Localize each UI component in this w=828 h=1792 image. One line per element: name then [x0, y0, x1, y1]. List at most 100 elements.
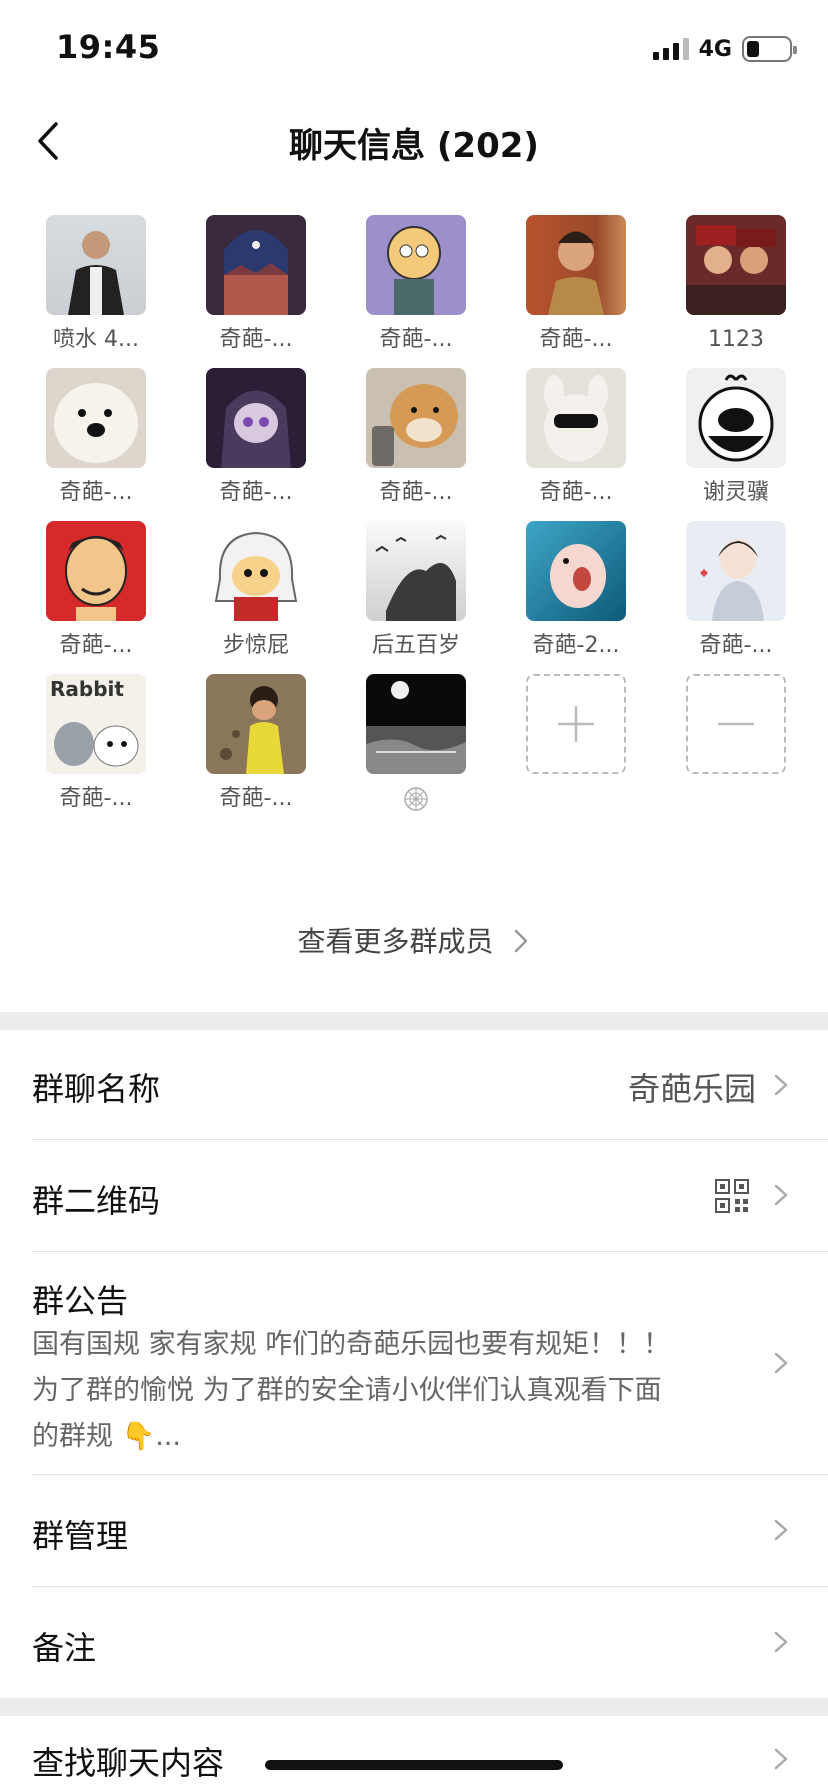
- network-label: 4G: [698, 36, 732, 62]
- member-item[interactable]: 1123: [666, 215, 806, 355]
- member-name: 奇葩-...: [379, 480, 453, 505]
- add-member-button[interactable]: [526, 674, 626, 774]
- member-item[interactable]: 喷水 4...: [26, 215, 166, 355]
- member-name: 奇葩-...: [539, 480, 613, 505]
- member-name: 奇葩-...: [379, 327, 453, 352]
- remove-member-button[interactable]: [686, 674, 786, 774]
- member-name: 1123: [708, 327, 764, 352]
- member-item[interactable]: 奇葩-...: [506, 215, 646, 355]
- chevron-right-icon: [774, 1748, 788, 1770]
- chevron-right-icon: [774, 1184, 788, 1206]
- member-item[interactable]: 后五百岁: [346, 521, 486, 661]
- chevron-right-icon: [774, 1352, 788, 1374]
- member-item[interactable]: 奇葩-...: [506, 368, 646, 508]
- remove-member-item[interactable]: [666, 674, 806, 774]
- avatar: [366, 674, 466, 774]
- group-notice-text-line-1: 国有国规 家有家规 咋们的奇葩乐园也要有规矩！！！: [32, 1329, 671, 1360]
- member-item[interactable]: Rabbit 奇葩-...: [26, 674, 166, 814]
- member-name: 奇葩-...: [59, 633, 133, 658]
- group-notice-label: 群公告: [32, 1282, 129, 1320]
- group-manage-row[interactable]: 群管理: [0, 1475, 828, 1585]
- member-name: 奇葩-...: [219, 480, 293, 505]
- avatar: [686, 521, 786, 621]
- chat-info-screen: 19:45 4G 聊天信息 (202) 喷水 4... 奇葩-... 奇葩-..…: [0, 0, 828, 1792]
- web-icon: [404, 787, 428, 811]
- group-qr-row[interactable]: 群二维码: [0, 1140, 828, 1250]
- avatar: [366, 368, 466, 468]
- member-item[interactable]: 奇葩-...: [346, 368, 486, 508]
- nav-bar: 聊天信息 (202): [0, 100, 828, 182]
- signal-icon: [652, 38, 689, 60]
- group-notice-text-line-2: 为了群的愉悦 为了群的安全请小伙伴们认真观看下面: [32, 1375, 662, 1406]
- remark-row[interactable]: 备注: [0, 1587, 828, 1697]
- minus-icon: [718, 722, 754, 726]
- chevron-right-icon: [774, 1074, 788, 1096]
- section-divider: [0, 1012, 828, 1030]
- search-chat-label: 查找聊天内容: [32, 1744, 225, 1782]
- search-chat-row[interactable]: 查找聊天内容: [0, 1716, 828, 1792]
- remark-label: 备注: [32, 1629, 97, 1667]
- member-item[interactable]: 奇葩-...: [186, 368, 326, 508]
- section-divider: [0, 1698, 828, 1716]
- group-manage-label: 群管理: [32, 1517, 129, 1555]
- avatar: [526, 521, 626, 621]
- member-name: 奇葩-...: [699, 633, 773, 658]
- avatar: Rabbit: [46, 674, 146, 774]
- member-name: 谢灵骥: [702, 480, 769, 505]
- avatar: [206, 368, 306, 468]
- page-title: 聊天信息 (202): [289, 126, 539, 166]
- group-qr-label: 群二维码: [32, 1182, 161, 1220]
- status-bar: 19:45 4G: [0, 0, 828, 100]
- chevron-right-icon: [774, 1519, 788, 1541]
- svg-text:Rabbit: Rabbit: [50, 677, 124, 701]
- plus-icon: [558, 706, 594, 742]
- avatar: [526, 368, 626, 468]
- add-member-item[interactable]: [506, 674, 646, 774]
- group-name-value: 奇葩乐园: [627, 1070, 756, 1108]
- member-item[interactable]: 奇葩-...: [26, 368, 166, 508]
- member-item[interactable]: 奇葩-...: [666, 521, 806, 661]
- status-time: 19:45: [56, 28, 161, 66]
- status-indicators: 4G: [652, 36, 797, 62]
- view-more-members-link[interactable]: 查看更多群成员: [0, 920, 828, 960]
- group-notice-text-line-3: 的群规 👇...: [32, 1421, 181, 1452]
- member-item[interactable]: 步惊屁: [186, 521, 326, 661]
- member-item[interactable]: 奇葩-2...: [506, 521, 646, 661]
- avatar: [46, 215, 146, 315]
- qr-code-icon: [715, 1179, 749, 1213]
- battery-icon: [742, 36, 797, 62]
- avatar: [46, 368, 146, 468]
- chevron-right-icon: [515, 929, 528, 953]
- member-name: 奇葩-...: [539, 327, 613, 352]
- chevron-right-icon: [774, 1631, 788, 1653]
- member-name: 奇葩-2...: [532, 633, 620, 658]
- avatar: [46, 521, 146, 621]
- member-name: 奇葩-...: [59, 480, 133, 505]
- avatar: [526, 215, 626, 315]
- avatar: [686, 215, 786, 315]
- avatar: [206, 215, 306, 315]
- member-item[interactable]: 谢灵骥: [666, 368, 806, 508]
- home-indicator[interactable]: [265, 1760, 563, 1770]
- member-name: 奇葩-...: [59, 786, 133, 811]
- group-name-row[interactable]: 群聊名称 奇葩乐园: [0, 1030, 828, 1140]
- member-name: 喷水 4...: [53, 327, 139, 352]
- member-item[interactable]: [346, 674, 486, 814]
- member-name: [346, 784, 486, 814]
- member-item[interactable]: 奇葩-...: [186, 674, 326, 814]
- member-item[interactable]: 奇葩-...: [346, 215, 486, 355]
- avatar: [686, 368, 786, 468]
- member-name: 步惊屁: [222, 633, 289, 658]
- member-name: 奇葩-...: [219, 786, 293, 811]
- group-notice-row[interactable]: 群公告 国有国规 家有家规 咋们的奇葩乐园也要有规矩！！！ 为了群的愉悦 为了群…: [0, 1252, 828, 1474]
- group-name-label: 群聊名称: [32, 1070, 161, 1108]
- view-more-label: 查看更多群成员: [297, 925, 494, 958]
- avatar: [366, 521, 466, 621]
- member-name: 奇葩-...: [219, 327, 293, 352]
- avatar: [206, 521, 306, 621]
- member-name: 后五百岁: [371, 633, 460, 658]
- member-item[interactable]: 奇葩-...: [186, 215, 326, 355]
- member-item[interactable]: 奇葩-...: [26, 521, 166, 661]
- avatar: [206, 674, 306, 774]
- avatar: [366, 215, 466, 315]
